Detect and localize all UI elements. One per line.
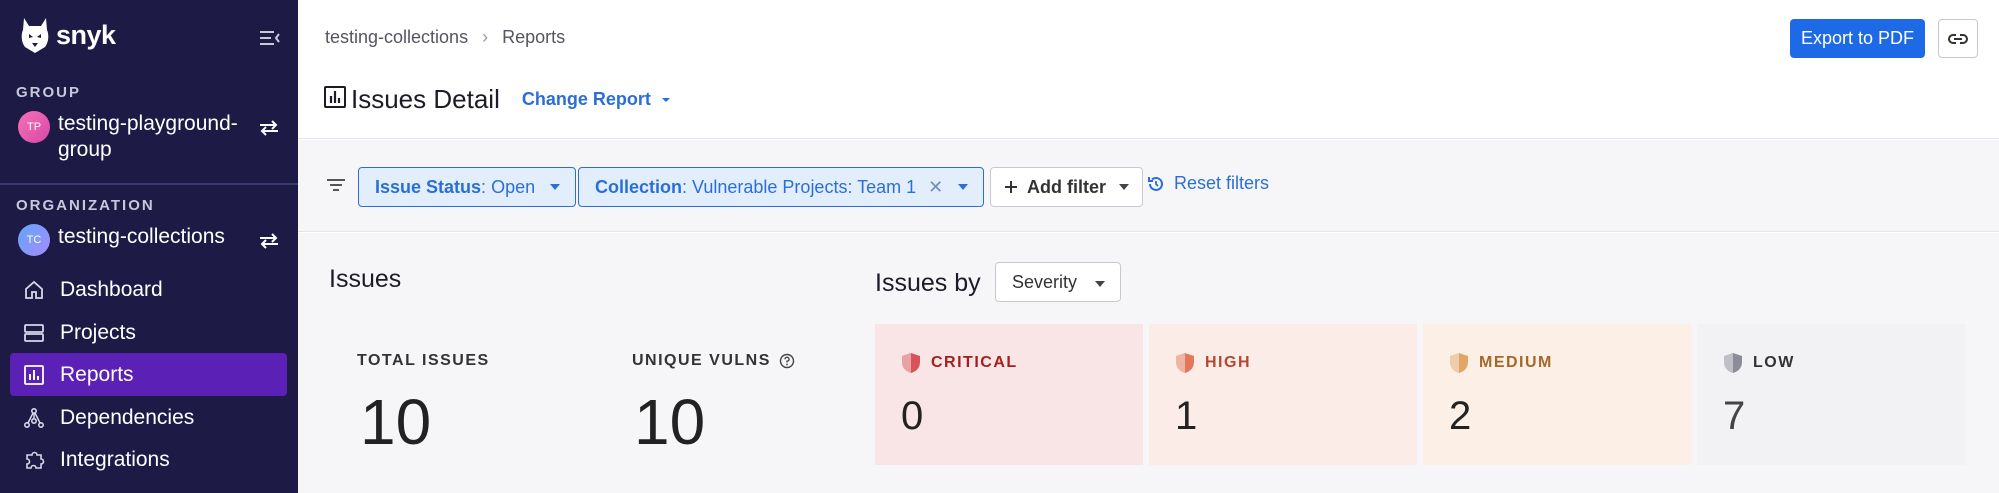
severity-label: CRITICAL — [931, 354, 1018, 371]
sidebar-item-dependencies[interactable]: Dependencies — [10, 396, 287, 439]
reset-filters-link[interactable]: Reset filters — [1146, 173, 1269, 194]
reports-icon — [323, 85, 347, 114]
filter-bar: Issue Status: Open Collection: Vulnerabl… — [298, 140, 1999, 232]
caret-down-icon — [661, 97, 670, 102]
shield-icon — [1450, 353, 1468, 373]
unique-vulns-value: 10 — [634, 386, 706, 458]
breadcrumb: testing-collections › Reports — [325, 27, 565, 48]
sidebar-item-projects[interactable]: Projects — [10, 311, 287, 354]
issues-by-label: Issues by — [875, 269, 981, 297]
severity-header: MEDIUM — [1449, 352, 1553, 374]
sidebar-item-label: Dependencies — [60, 405, 195, 429]
sidebar-item-label: Reports — [60, 362, 134, 386]
swap-org-icon[interactable] — [258, 232, 280, 250]
integrations-icon — [22, 448, 46, 472]
sidebar-item-label: Dashboard — [60, 277, 163, 301]
caret-down-icon — [1095, 281, 1105, 287]
page-title: Issues Detail — [351, 84, 500, 114]
org-name: testing-collections — [58, 225, 225, 248]
plus-icon — [1005, 181, 1017, 193]
shield-icon — [1724, 353, 1742, 373]
issues-heading: Issues — [329, 265, 402, 293]
dependencies-icon — [22, 406, 46, 430]
severity-card-high[interactable]: HIGH 1 — [1149, 324, 1417, 465]
change-report-dropdown[interactable]: Change Report — [522, 89, 675, 110]
total-issues-label: TOTAL ISSUES — [357, 352, 490, 369]
title-row: Issues Detail Change Report — [323, 84, 675, 115]
caret-down-icon — [958, 184, 969, 190]
filter-chip-collection[interactable]: Collection: Vulnerable Projects: Team 1 … — [578, 167, 985, 207]
projects-icon — [22, 321, 46, 345]
group-avatar: TP — [18, 111, 50, 143]
breadcrumb-chevron-icon: › — [482, 27, 489, 47]
home-icon — [22, 278, 46, 302]
link-icon — [1948, 33, 1968, 44]
severity-count: 0 — [901, 394, 924, 438]
severity-card-medium[interactable]: MEDIUM 2 — [1423, 324, 1691, 465]
brand-name: snyk — [56, 19, 116, 50]
severity-label: MEDIUM — [1479, 354, 1553, 371]
reset-icon — [1148, 176, 1163, 191]
snyk-logo[interactable]: snyk — [20, 16, 116, 54]
snyk-dog-icon — [21, 18, 49, 53]
reports-icon — [22, 363, 46, 387]
clear-filter-icon[interactable]: ✕ — [928, 177, 943, 198]
org-selector[interactable]: TC testing-collections — [18, 224, 225, 256]
caret-down-icon — [550, 184, 561, 190]
copy-link-button[interactable] — [1938, 19, 1978, 58]
breadcrumb-current: Reports — [502, 27, 566, 47]
sidebar-item-label: Projects — [60, 320, 136, 344]
breadcrumb-org-link[interactable]: testing-collections — [325, 27, 468, 48]
caret-down-icon — [1119, 184, 1129, 190]
swap-group-icon[interactable] — [258, 119, 280, 137]
severity-count: 2 — [1449, 394, 1472, 438]
report-content: Issues TOTAL ISSUES 10 UNIQUE VULNS 10 I… — [298, 233, 1999, 493]
severity-count: 7 — [1723, 394, 1746, 438]
issues-by-select[interactable]: Severity — [995, 262, 1121, 302]
unique-vulns-label: UNIQUE VULNS — [632, 352, 795, 370]
sidebar-item-label: Integrations — [60, 447, 170, 471]
group-label: GROUP — [16, 84, 82, 101]
total-issues-value: 10 — [360, 386, 432, 458]
sidebar-divider — [0, 183, 298, 185]
org-avatar: TC — [18, 224, 50, 256]
sidebar: snyk GROUP TP testing-playground- group … — [0, 0, 298, 493]
shield-icon — [902, 353, 920, 373]
severity-header: HIGH — [1175, 352, 1251, 374]
page-header: testing-collections › Reports Issues Det… — [298, 0, 1999, 139]
group-selector[interactable]: TP testing-playground- group — [18, 111, 238, 163]
sidebar-item-dashboard[interactable]: Dashboard — [10, 268, 287, 311]
help-icon[interactable] — [779, 353, 795, 369]
severity-label: LOW — [1753, 354, 1795, 371]
severity-count: 1 — [1175, 394, 1198, 438]
export-to-pdf-button[interactable]: Export to PDF — [1790, 19, 1925, 58]
severity-card-critical[interactable]: CRITICAL 0 — [875, 324, 1143, 465]
sidebar-item-reports[interactable]: Reports — [10, 353, 287, 396]
severity-label: HIGH — [1205, 354, 1251, 371]
severity-header: LOW — [1723, 352, 1795, 374]
sidebar-item-integrations[interactable]: Integrations — [10, 438, 287, 481]
organization-label: ORGANIZATION — [16, 197, 155, 214]
shield-icon — [1176, 353, 1194, 373]
group-name: testing-playground- group — [58, 112, 238, 161]
filter-chip-issue-status[interactable]: Issue Status: Open — [358, 167, 577, 207]
severity-header: CRITICAL — [901, 352, 1018, 374]
collapse-sidebar-icon[interactable] — [258, 28, 282, 48]
add-filter-button[interactable]: Add filter — [990, 167, 1143, 207]
severity-card-low[interactable]: LOW 7 — [1697, 324, 1965, 465]
filter-icon[interactable] — [326, 177, 346, 198]
main-content: testing-collections › Reports Issues Det… — [298, 0, 1999, 493]
